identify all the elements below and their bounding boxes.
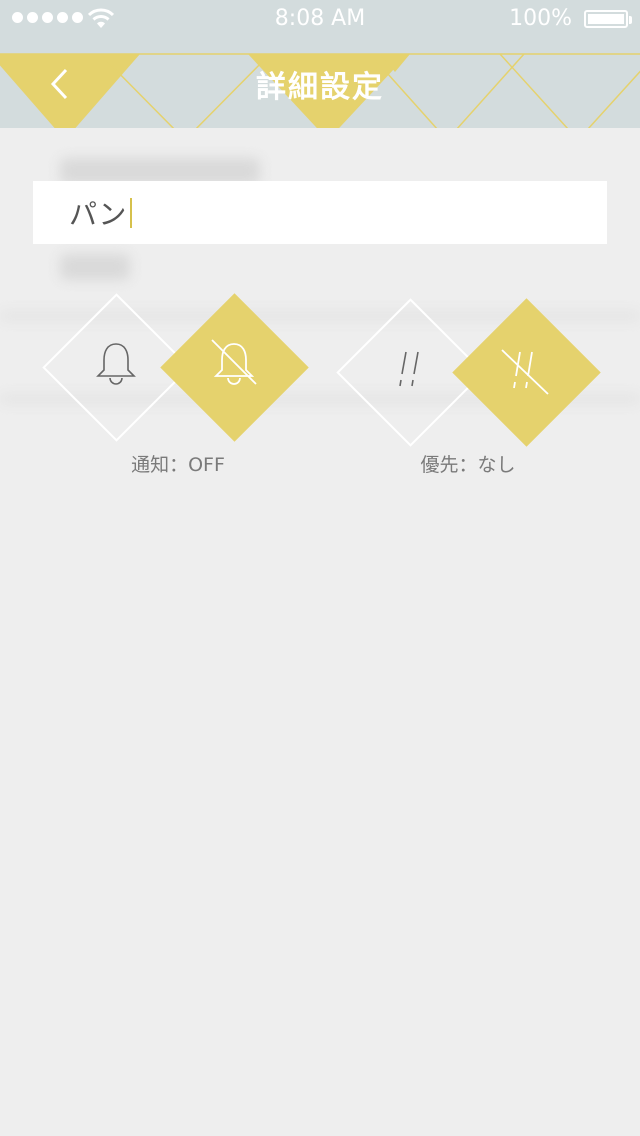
item-name-value: パン	[69, 197, 127, 231]
bell-off-icon	[211, 339, 257, 385]
item-name-input[interactable]: パン	[33, 181, 607, 244]
priority-none-icon	[501, 349, 549, 395]
page-title: 詳細設定	[256, 70, 384, 105]
battery-tip	[629, 16, 632, 24]
status-bar: 8:08 AM 100%	[0, 0, 640, 40]
notification-caption: 通知：OFF	[131, 454, 225, 476]
blurred-background-text	[60, 254, 130, 280]
priority-icon	[399, 351, 419, 387]
text-cursor	[130, 197, 133, 228]
battery-icon	[584, 10, 628, 28]
bell-icon	[96, 343, 136, 385]
battery-percentage: 100%	[509, 6, 572, 31]
priority-caption: 優先：なし	[420, 454, 516, 476]
nav-bar: 詳細設定	[0, 40, 640, 128]
